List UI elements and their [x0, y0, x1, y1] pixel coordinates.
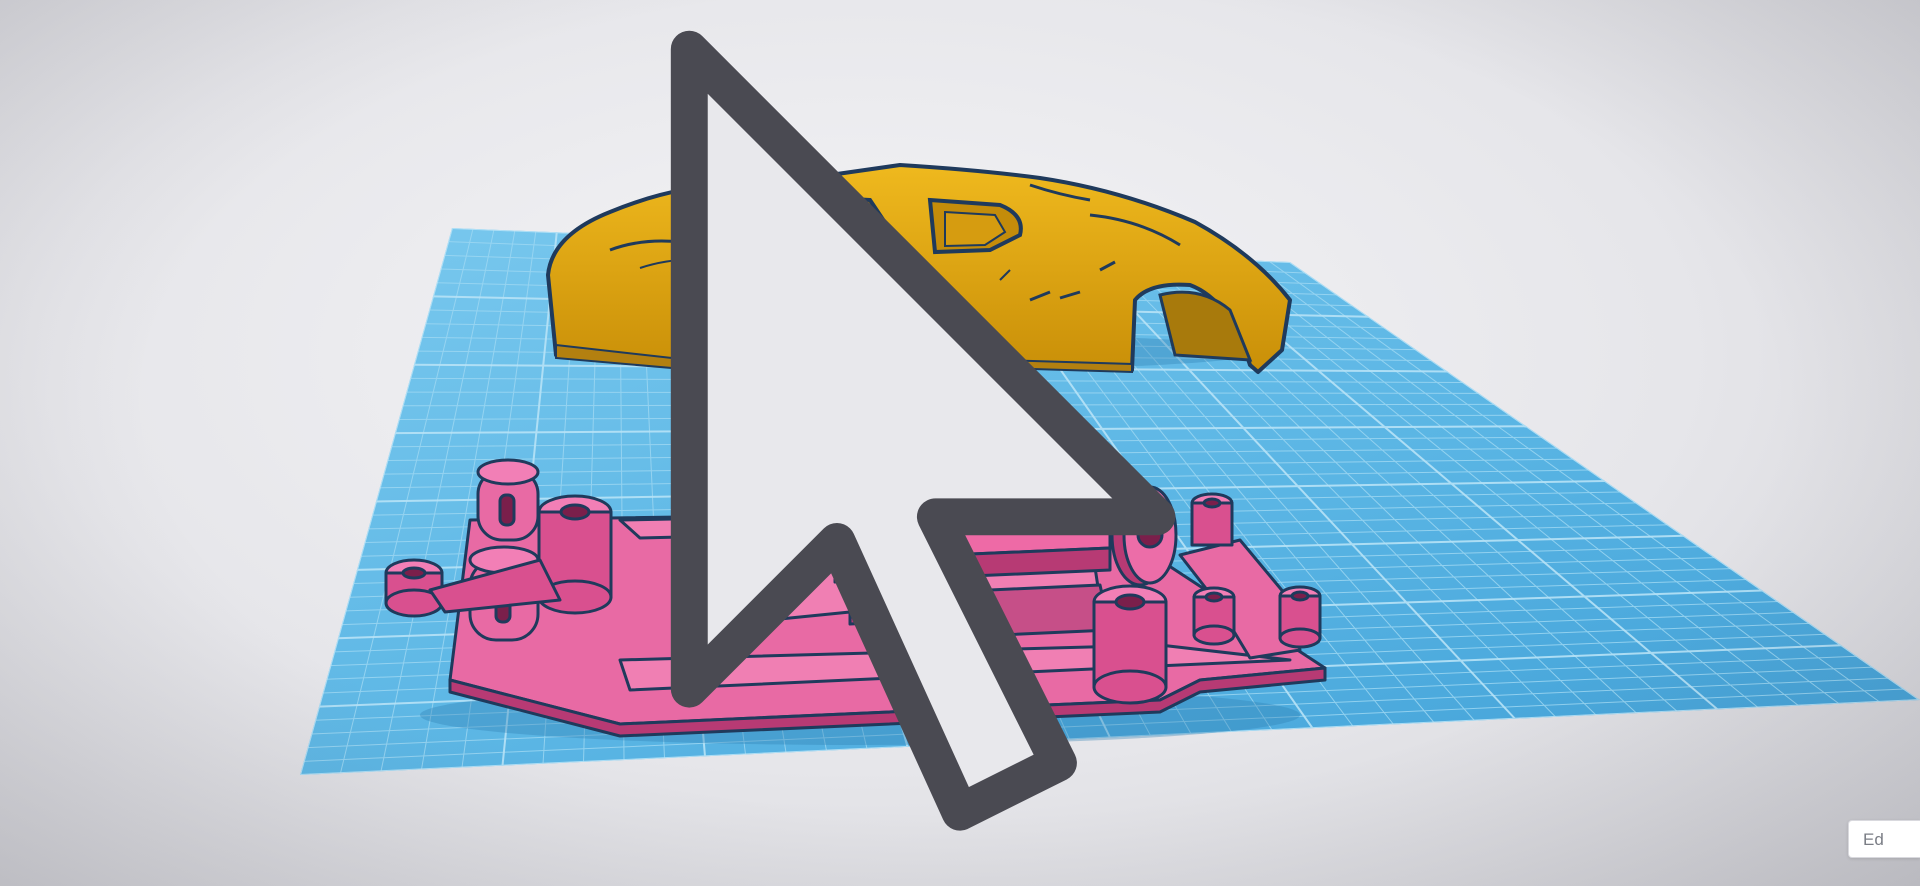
- 3d-viewport[interactable]: [0, 0, 1920, 886]
- edit-grid-label: Ed: [1863, 830, 1884, 849]
- edit-grid-button[interactable]: Ed: [1848, 820, 1920, 858]
- mouse-pointer-icon: [670, 30, 1176, 831]
